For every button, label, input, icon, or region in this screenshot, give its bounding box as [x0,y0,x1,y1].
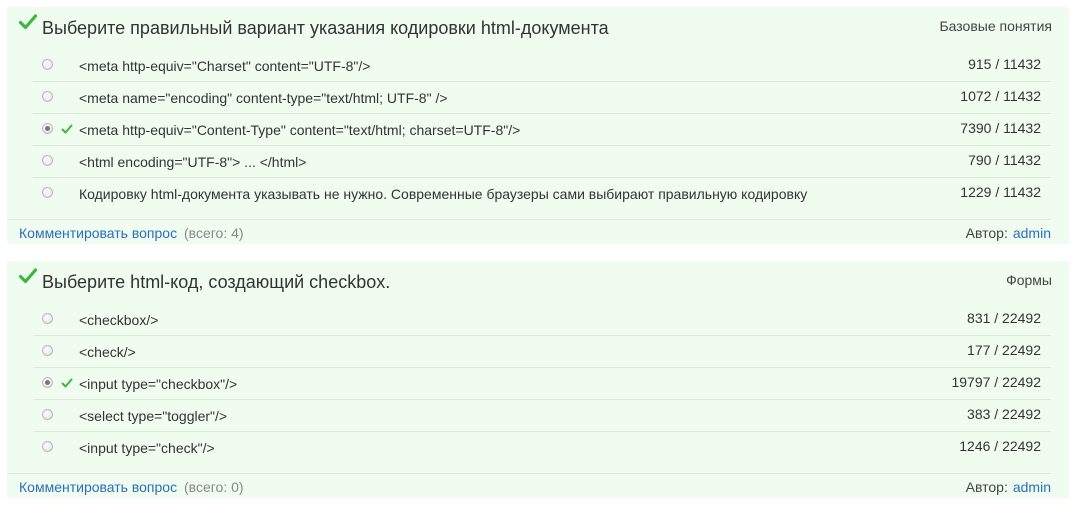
check-icon [19,268,37,284]
answer-text: <input type="check"/> [79,440,215,456]
check-icon [61,124,73,134]
answer-list: <checkbox/> 831 / 22492 <check/> 177 / 2… [33,304,1051,463]
answer-stats: 7390 / 11432 [960,120,1041,136]
answer-text: <html encoding="UTF-8"> ... </html> [79,154,307,170]
answer-option[interactable]: <check/> 177 / 22492 [33,335,1051,367]
question-card: Выберите html-код, создающий checkbox. Ф… [7,261,1069,498]
answer-stats: 915 / 11432 [968,56,1041,72]
answer-stats: 383 / 22492 [967,406,1041,422]
answer-text: <meta http-equiv="Content-Type" content=… [79,122,521,138]
author-link[interactable]: admin [1013,479,1051,495]
answer-stats: 831 / 22492 [967,310,1041,326]
answer-radio[interactable] [42,91,53,102]
answer-stats: 1072 / 11432 [960,88,1041,104]
answer-radio[interactable] [42,313,53,324]
answer-list: <meta http-equiv="Charset" content="UTF-… [33,50,1051,209]
answer-option[interactable]: <meta http-equiv="Charset" content="UTF-… [33,50,1051,81]
answer-text: Кодировку html-документа указывать не ну… [79,186,808,202]
answer-option[interactable]: <checkbox/> 831 / 22492 [33,304,1051,335]
question-footer: Комментировать вопрос (всего: 0) Автор: a… [7,473,1051,499]
question-title: Выберите html-код, создающий checkbox. [42,272,391,292]
answer-text: <select type="toggler"/> [79,408,228,424]
answer-radio[interactable] [42,123,53,134]
answer-stats: 1246 / 22492 [959,438,1041,454]
answer-radio[interactable] [42,345,53,356]
question-category: Базовые понятия [939,18,1052,34]
question-card: Выберите правильный вариант указания код… [7,7,1069,244]
question-title: Выберите правильный вариант указания код… [42,18,609,38]
answer-text: <check/> [79,344,136,360]
author-label: Автор: [965,479,1008,495]
author-label: Автор: [965,225,1008,241]
answer-option[interactable]: Кодировку html-документа указывать не ну… [33,177,1051,209]
answer-radio[interactable] [42,377,53,388]
comment-question-link[interactable]: Комментировать вопрос [19,225,177,241]
answer-radio[interactable] [42,409,53,420]
comment-count: (всего: 4) [184,225,244,241]
answer-stats: 790 / 11432 [968,152,1041,168]
answer-radio[interactable] [42,155,53,166]
author: Автор: admin [966,225,1051,241]
answer-option[interactable]: <input type="check"/> 1246 / 22492 [33,431,1051,463]
check-icon [61,378,73,388]
answer-option[interactable]: <select type="toggler"/> 383 / 22492 [33,399,1051,431]
answer-radio[interactable] [42,59,53,70]
answer-radio[interactable] [42,441,53,452]
question-category: Формы [1006,272,1052,288]
author-link[interactable]: admin [1013,225,1051,241]
answer-radio[interactable] [42,187,53,198]
author: Автор: admin [966,479,1051,495]
answer-stats: 19797 / 22492 [951,374,1041,390]
question-footer: Комментировать вопрос (всего: 4) Автор: a… [7,219,1051,245]
check-icon [19,14,37,30]
answer-option[interactable]: <input type="checkbox"/> 19797 / 22492 [33,367,1051,399]
answer-text: <meta name="encoding" content-type="text… [79,90,448,106]
answer-stats: 1229 / 11432 [960,184,1041,200]
answer-text: <meta http-equiv="Charset" content="UTF-… [79,58,371,74]
answer-text: <checkbox/> [79,312,159,328]
answer-stats: 177 / 22492 [967,342,1041,358]
answer-option[interactable]: <meta name="encoding" content-type="text… [33,81,1051,113]
answer-text: <input type="checkbox"/> [79,376,238,392]
comment-count: (всего: 0) [184,479,244,495]
comment-question-link[interactable]: Комментировать вопрос [19,479,177,495]
answer-option[interactable]: <html encoding="UTF-8"> ... </html> 790 … [33,145,1051,177]
answer-option[interactable]: <meta http-equiv="Content-Type" content=… [33,113,1051,145]
